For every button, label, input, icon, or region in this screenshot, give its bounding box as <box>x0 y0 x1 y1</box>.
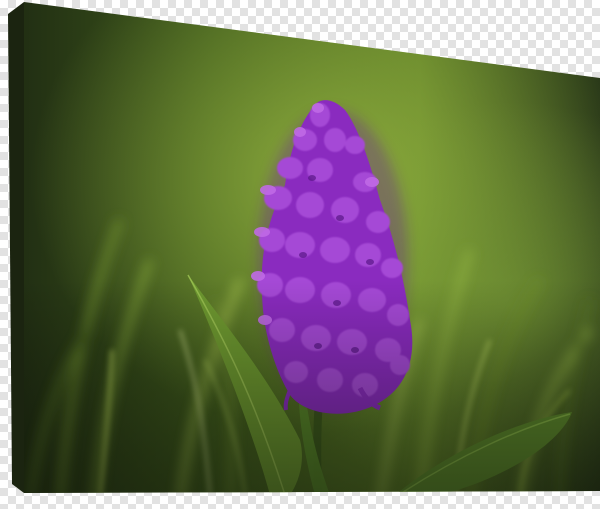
canvas-front <box>24 2 600 493</box>
canvas-print-scene <box>8 2 600 493</box>
canvas-side-edge <box>8 2 24 493</box>
